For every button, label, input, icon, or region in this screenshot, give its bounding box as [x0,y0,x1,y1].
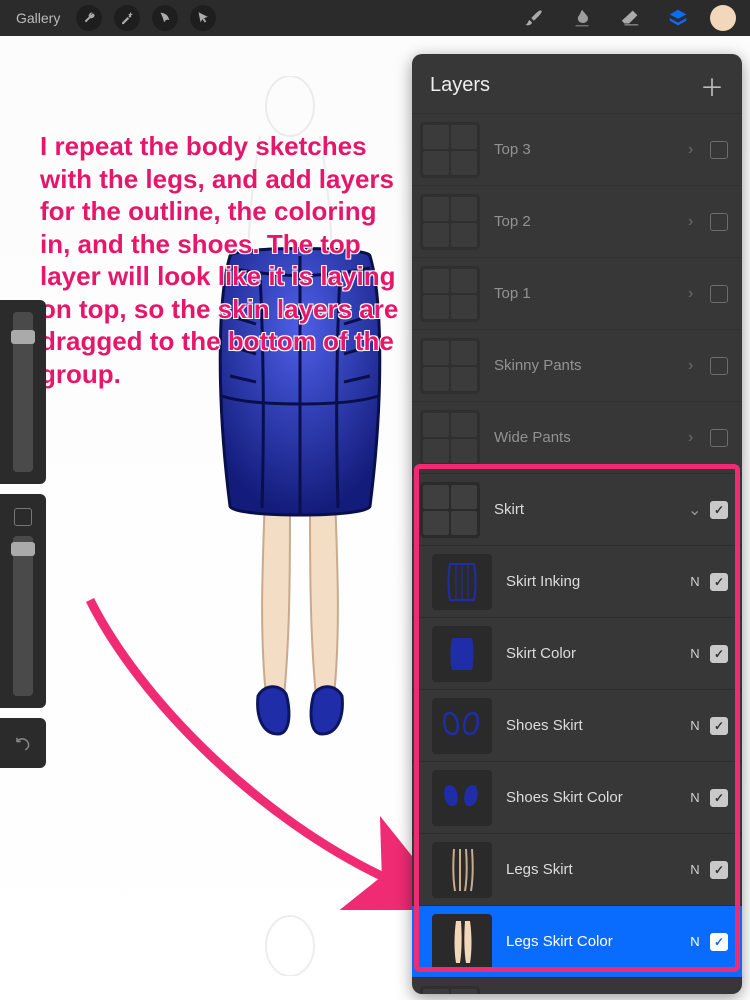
layer-group-label: Skinny Pants [494,357,684,374]
layers-icon[interactable] [664,7,692,29]
visibility-checkbox[interactable] [710,141,728,159]
layer-thumbnail [432,914,492,970]
layer-thumbnail [432,626,492,682]
wand-icon[interactable] [114,5,140,31]
visibility-checkbox[interactable] [710,573,728,591]
visibility-checkbox[interactable] [710,285,728,303]
smudge-icon[interactable] [568,7,596,29]
left-slider-rail [0,300,46,768]
brush-icon[interactable] [520,7,548,29]
visibility-checkbox[interactable] [710,501,728,519]
layers-panel: Layers ＋ Top 3›Top 2›Top 1›Skinny Pants›… [412,54,742,994]
layer-skirt-color[interactable]: Skirt Color N [412,617,742,689]
top-toolbar: Gallery [0,0,750,36]
layer-group-label: Top 1 [494,285,684,302]
layer-label: Legs Skirt Color [506,933,680,950]
layers-panel-title: Layers [430,74,490,97]
layer-shoes-skirt-color[interactable]: Shoes Skirt Color N [412,761,742,833]
layer-thumbnail [432,770,492,826]
color-picker-square[interactable] [14,508,32,526]
layer-label: Skirt Inking [506,573,680,590]
layer-group-sketches[interactable]: Sketches› [412,977,742,994]
visibility-checkbox[interactable] [710,789,728,807]
layer-group-skirt[interactable]: Skirt⌄ [412,473,742,545]
layer-shoes-skirt[interactable]: Shoes Skirt N [412,689,742,761]
layer-thumbnail [432,554,492,610]
layer-thumbnail [432,842,492,898]
layer-group-label: Wide Pants [494,429,684,446]
visibility-checkbox[interactable] [710,357,728,375]
layer-thumbnail [432,698,492,754]
layer-group-top-1[interactable]: Top 1› [412,257,742,329]
color-swatch[interactable] [710,5,736,31]
blend-mode-indicator[interactable]: N [686,790,704,805]
layer-group-wide-pants[interactable]: Wide Pants› [412,401,742,473]
layer-group-label: Top 3 [494,141,684,158]
layer-group-label: Top 2 [494,213,684,230]
brush-size-slider[interactable] [13,312,33,472]
visibility-checkbox[interactable] [710,213,728,231]
visibility-checkbox[interactable] [710,429,728,447]
layer-group-skinny-pants[interactable]: Skinny Pants› [412,329,742,401]
layer-legs-skirt-color[interactable]: Legs Skirt Color N [412,905,742,977]
layer-skirt-inking[interactable]: Skirt Inking N [412,545,742,617]
visibility-checkbox[interactable] [710,645,728,663]
layer-label: Shoes Skirt [506,717,680,734]
add-layer-button[interactable]: ＋ [700,68,724,103]
layer-label: Shoes Skirt Color [506,789,680,806]
blend-mode-indicator[interactable]: N [686,862,704,877]
chevron-right-icon[interactable]: › [688,429,706,447]
layer-label: Skirt Color [506,645,680,662]
visibility-checkbox[interactable] [710,861,728,879]
undo-button[interactable] [0,718,46,768]
visibility-checkbox[interactable] [710,933,728,951]
tutorial-annotation: I repeat the body sketches with the legs… [40,130,400,390]
blend-mode-indicator[interactable]: N [686,574,704,589]
chevron-right-icon[interactable]: › [688,141,706,159]
blend-mode-indicator[interactable]: N [686,718,704,733]
pointer-icon[interactable] [190,5,216,31]
layer-label: Legs Skirt [506,861,680,878]
gallery-button[interactable]: Gallery [6,10,70,26]
layer-group-label: Skirt [494,501,684,518]
layer-group-top-2[interactable]: Top 2› [412,185,742,257]
chevron-down-icon[interactable]: ⌄ [688,500,706,520]
chevron-right-icon[interactable]: › [688,357,706,375]
eraser-icon[interactable] [616,7,644,29]
visibility-checkbox[interactable] [710,717,728,735]
opacity-slider[interactable] [13,536,33,696]
blend-mode-indicator[interactable]: N [686,934,704,949]
wrench-icon[interactable] [76,5,102,31]
blend-mode-indicator[interactable]: N [686,646,704,661]
layer-legs-skirt[interactable]: Legs Skirt N [412,833,742,905]
chevron-right-icon[interactable]: › [688,285,706,303]
selection-icon[interactable] [152,5,178,31]
layer-group-top-3[interactable]: Top 3› [412,113,742,185]
chevron-right-icon[interactable]: › [688,213,706,231]
